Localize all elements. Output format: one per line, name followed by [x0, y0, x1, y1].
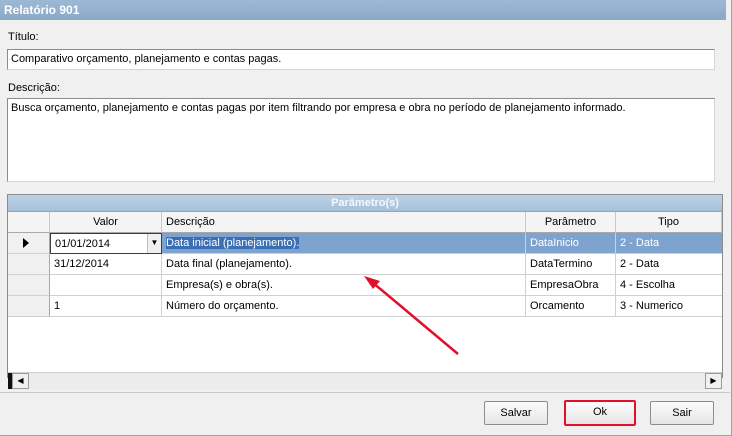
descricao-cell: Número do orçamento. [162, 296, 526, 317]
header-parametro[interactable]: Parâmetro [526, 212, 616, 233]
grid-caption-text: Parâmetro(s) [331, 197, 399, 209]
row-indicator[interactable] [8, 254, 50, 275]
header-tipo[interactable]: Tipo [616, 212, 722, 233]
titulo-label: Título: [8, 31, 39, 43]
descricao-cell: Data inicial (planejamento). [162, 233, 526, 254]
parametro-cell: EmpresaObra [526, 275, 616, 296]
parameters-grid: Parâmetro(s) Valor Descrição Parâmetro T… [7, 194, 723, 389]
report-dialog: Relatório 901 Título: Comparativo orçame… [0, 0, 732, 436]
ok-button[interactable]: Ok [564, 400, 636, 426]
table-row[interactable]: 31/12/2014 Data final (planejamento). Da… [8, 254, 722, 275]
scroll-left-icon[interactable]: ◀ [12, 373, 29, 389]
descricao-text: Data inicial (planejamento). [166, 237, 300, 249]
tipo-cell: 4 - Escolha [616, 275, 722, 296]
grid-header-row: Valor Descrição Parâmetro Tipo [8, 212, 722, 233]
tipo-cell: 2 - Data [616, 254, 722, 275]
valor-cell[interactable]: 31/12/2014 [50, 254, 162, 275]
table-row[interactable]: 01/01/2014 ▼ Data inicial (planejamento)… [8, 233, 722, 254]
horizontal-scrollbar[interactable]: ◀ ▶ [8, 372, 722, 389]
descricao-cell: Data final (planejamento). [162, 254, 526, 275]
table-row[interactable]: Empresa(s) e obra(s). EmpresaObra 4 - Es… [8, 275, 722, 296]
tipo-cell: 3 - Numerico [616, 296, 722, 317]
row-pointer-icon [23, 238, 29, 248]
chevron-down-icon[interactable]: ▼ [147, 234, 161, 253]
parametro-cell: DataInicio [526, 233, 616, 254]
header-valor[interactable]: Valor [50, 212, 162, 233]
valor-cell[interactable] [50, 275, 162, 296]
tipo-cell: 2 - Data [616, 233, 722, 254]
footer-divider [0, 392, 730, 393]
descricao-textarea[interactable]: Busca orçamento, planejamento e contas p… [7, 98, 715, 182]
exit-button[interactable]: Sair [650, 401, 714, 425]
titulo-input[interactable]: Comparativo orçamento, planejamento e co… [7, 49, 715, 70]
grid-caption: Parâmetro(s) [8, 195, 722, 212]
window-title: Relatório 901 [0, 0, 726, 20]
row-indicator[interactable] [8, 296, 50, 317]
table-row[interactable]: 1 Número do orçamento. Orcamento 3 - Num… [8, 296, 722, 317]
valor-cell[interactable]: 1 [50, 296, 162, 317]
scroll-right-icon[interactable]: ▶ [705, 373, 722, 389]
valor-editor[interactable]: 01/01/2014 ▼ [50, 233, 162, 254]
save-button[interactable]: Salvar [484, 401, 548, 425]
header-indicator [8, 212, 50, 233]
parametro-cell: Orcamento [526, 296, 616, 317]
descricao-label: Descrição: [8, 82, 60, 94]
row-indicator[interactable] [8, 233, 50, 254]
descricao-cell: Empresa(s) e obra(s). [162, 275, 526, 296]
parametro-cell: DataTermino [526, 254, 616, 275]
header-descricao[interactable]: Descrição [162, 212, 526, 233]
row-indicator[interactable] [8, 275, 50, 296]
valor-cell[interactable]: 01/01/2014 [55, 238, 110, 250]
